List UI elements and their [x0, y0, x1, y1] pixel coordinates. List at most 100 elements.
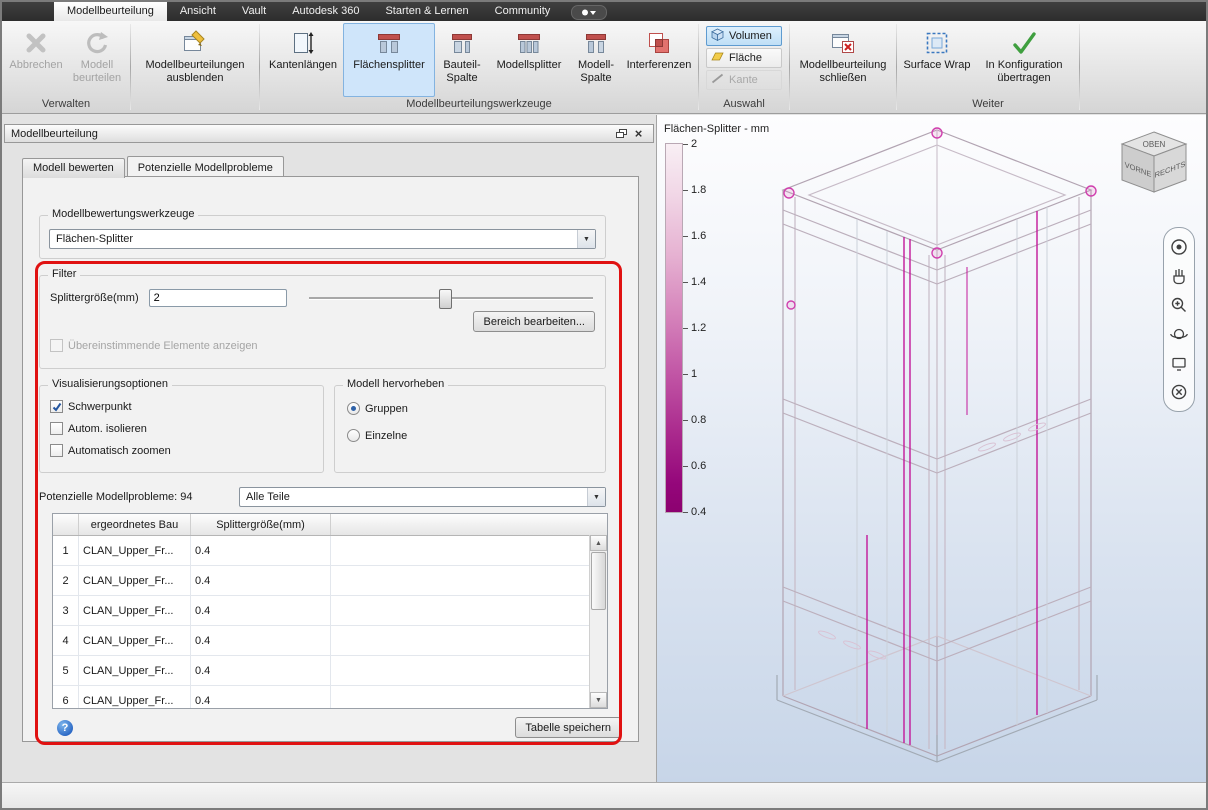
parent-part-header[interactable]: ergeordnetes Bau [79, 514, 191, 535]
close-panel-icon[interactable]: × [630, 126, 647, 141]
ribbon: Abbrechen Modell beurteilen Verwalten Mo… [2, 21, 1206, 114]
hide-assessments-icon [182, 27, 208, 59]
tab-starten-lernen[interactable]: Starten & Lernen [372, 2, 481, 21]
group-label-auswahl: Auswahl [723, 98, 765, 110]
flaechensplitter-button[interactable]: Flächensplitter [343, 23, 435, 97]
scroll-down-icon[interactable]: ▼ [590, 692, 607, 708]
autom-isolieren-checkbox[interactable]: Autom. isolieren [50, 422, 313, 435]
modellsplitter-button[interactable]: Modellsplitter [489, 23, 569, 97]
ribbon-group-werkzeuge: Kantenlängen Flächensplitter Bauteil- Sp… [260, 21, 698, 113]
ribbon-group-schliessen: Modellbeurteilung schließen [790, 21, 896, 113]
assess-model-button[interactable]: Modell beurteilen [67, 23, 127, 97]
splitter-size-slider[interactable] [307, 288, 595, 309]
edit-range-button[interactable]: Bereich bearbeiten... [473, 311, 595, 332]
close-assessment-button[interactable]: Modellbeurteilung schließen [793, 23, 893, 97]
parts-filter-combo[interactable]: Alle Teile ▼ [239, 487, 606, 507]
table-body: 1 CLAN_Upper_Fr... 0.4 2 CLAN_Upper_Fr..… [53, 536, 590, 708]
radio-unselected [347, 429, 360, 442]
orbit-icon[interactable] [1169, 324, 1189, 344]
scrollbar-track[interactable] [590, 551, 607, 692]
ribbon-group-verwalten: Abbrechen Modell beurteilen Verwalten [2, 21, 130, 113]
ribbon-tab-bar: Modellbeurteilung Ansicht Vault Autodesk… [2, 2, 1206, 21]
navigation-wheel-icon[interactable] [1169, 237, 1189, 257]
tab-community[interactable]: Community [482, 2, 564, 21]
tools-combo[interactable]: Flächen-Splitter ▼ [49, 229, 596, 249]
ribbon-group-auswahl: Volumen Fläche Kante Auswahl [699, 21, 789, 113]
automatisch-zoomen-checkbox[interactable]: Automatisch zoomen [50, 444, 313, 457]
checkbox-box [50, 339, 63, 352]
kante-select-button[interactable]: Kante [706, 70, 782, 90]
model-splitter-icon [516, 27, 542, 59]
save-table-button[interactable]: Tabelle speichern [515, 717, 621, 738]
group-label-verwalten: Verwalten [41, 98, 91, 110]
group-label-werkzeuge: Modellbeurteilungswerkzeuge [406, 98, 552, 110]
float-panel-icon[interactable] [613, 126, 630, 141]
splitter-size-header[interactable]: Splittergröße(mm) [191, 514, 331, 535]
ribbon-options-icon[interactable] [571, 5, 608, 20]
transfer-config-button[interactable]: In Konfiguration übertragen [974, 23, 1074, 97]
3d-viewport[interactable]: Flächen-Splitter - mm 2 1.8 1.6 1.4 1.2 … [657, 115, 1206, 783]
table-row[interactable]: 2 CLAN_Upper_Fr... 0.4 [53, 566, 590, 596]
table-row[interactable]: 6 CLAN_Upper_Fr... 0.4 [53, 686, 590, 708]
bauteil-spalte-button[interactable]: Bauteil- Spalte [435, 23, 489, 97]
interferenzen-button[interactable]: Interferenzen [623, 23, 695, 97]
surface-wrap-button[interactable]: Surface Wrap [900, 23, 974, 97]
kantenlaengen-button[interactable]: Kantenlängen [263, 23, 343, 97]
volumen-select-button[interactable]: Volumen [706, 26, 782, 46]
slider-thumb[interactable] [439, 289, 453, 309]
color-scale-title: Flächen-Splitter - mm [664, 123, 770, 135]
splitter-size-input[interactable] [148, 289, 287, 307]
model-gap-icon [583, 27, 609, 59]
checkbox-checked-box [50, 400, 63, 413]
ribbon-empty-area [1080, 21, 1206, 113]
filter-groupbox-legend: Filter [48, 268, 81, 280]
cancel-button[interactable]: Abbrechen [5, 23, 67, 97]
highlight-legend: Modell hervorheben [343, 378, 449, 390]
cancel-icon [23, 27, 49, 59]
table-scrollbar[interactable]: ▲ ▼ [589, 535, 607, 708]
flaeche-select-button[interactable]: Fläche [706, 48, 782, 68]
view-cube[interactable]: OBEN VORNE RECHTS [1116, 127, 1192, 203]
refresh-icon [84, 27, 110, 59]
scroll-up-icon[interactable]: ▲ [590, 535, 607, 551]
navigation-bar [1163, 227, 1195, 412]
tab-modell-bewerten[interactable]: Modell bewerten [22, 158, 125, 178]
scrollbar-thumb[interactable] [591, 552, 606, 610]
table-row[interactable]: 1 CLAN_Upper_Fr... 0.4 [53, 536, 590, 566]
show-matching-checkbox[interactable]: Übereinstimmende Elemente anzeigen [50, 339, 595, 352]
dropdown-arrow-icon: ▼ [583, 235, 590, 243]
hide-assessments-button[interactable]: Modellbeurteilungen ausblenden [134, 23, 256, 97]
tab-autodesk-360[interactable]: Autodesk 360 [279, 2, 372, 21]
edge-icon [711, 72, 724, 88]
tab-ansicht[interactable]: Ansicht [167, 2, 229, 21]
dropdown-arrow-icon: ▼ [593, 493, 600, 501]
visualization-legend: Visualisierungsoptionen [48, 378, 172, 390]
table-row[interactable]: 4 CLAN_Upper_Fr... 0.4 [53, 626, 590, 656]
checkbox-box [50, 422, 63, 435]
tab-potenzielle-modellprobleme[interactable]: Potenzielle Modellprobleme [126, 156, 284, 176]
help-icon[interactable]: ? [57, 719, 73, 736]
zoom-icon[interactable] [1169, 295, 1189, 315]
navbar-close-icon[interactable] [1169, 382, 1189, 402]
highlight-groupbox: Modell hervorheben Gruppen Einzelne [334, 378, 606, 473]
einzelne-radio[interactable]: Einzelne [347, 429, 593, 442]
viewcube-top-label: OBEN [1143, 140, 1166, 149]
volume-cube-icon [711, 28, 724, 44]
checkmark-icon [1011, 27, 1037, 59]
interference-icon [646, 27, 672, 59]
schwerpunkt-checkbox[interactable]: Schwerpunkt [50, 400, 313, 413]
look-at-icon[interactable] [1169, 353, 1189, 373]
checkbox-box [50, 444, 63, 457]
table-row[interactable]: 5 CLAN_Upper_Fr... 0.4 [53, 656, 590, 686]
assessment-panel: Modellbeurteilung × Modell bewerten Pote… [2, 115, 657, 783]
tab-vault[interactable]: Vault [229, 2, 279, 21]
3d-model-wireframe [776, 127, 1098, 763]
row-number-header[interactable] [53, 514, 79, 535]
modell-spalte-button[interactable]: Modell- Spalte [569, 23, 623, 97]
pan-icon[interactable] [1169, 266, 1189, 286]
radio-selected [347, 402, 360, 415]
tab-modellbeurteilung[interactable]: Modellbeurteilung [54, 2, 167, 21]
table-row[interactable]: 3 CLAN_Upper_Fr... 0.4 [53, 596, 590, 626]
gruppen-radio[interactable]: Gruppen [347, 402, 593, 415]
splitter-size-label: Splittergröße(mm) [50, 292, 139, 304]
